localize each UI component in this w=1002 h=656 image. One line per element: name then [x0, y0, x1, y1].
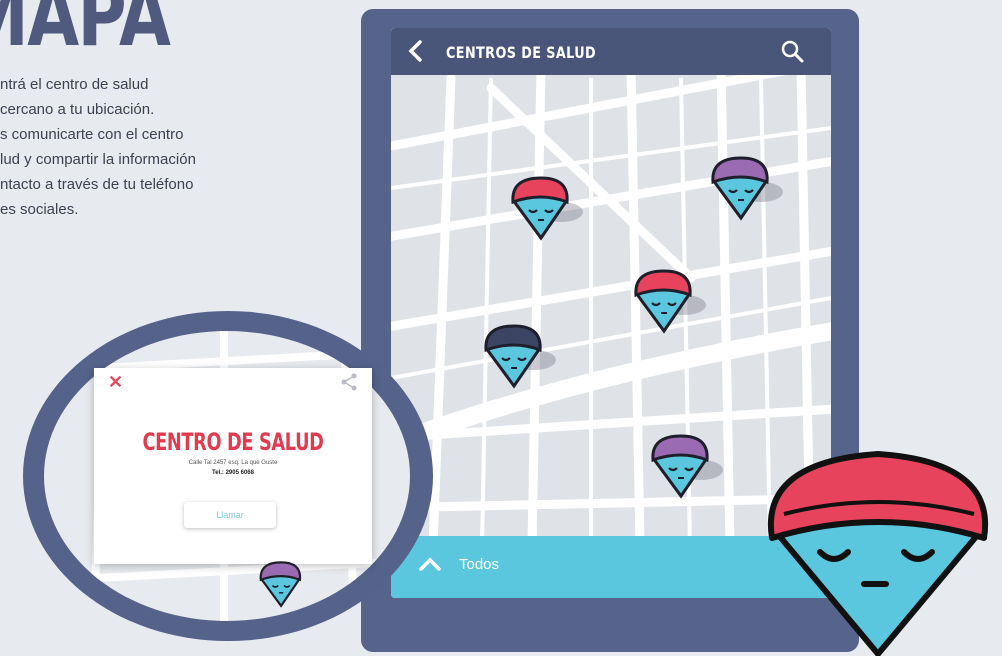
filter-label: Todos — [459, 556, 500, 573]
card-title: CENTRO DE SALUD — [142, 428, 324, 456]
card-address: Calle Tal 2457 esq. La que Guste — [188, 460, 278, 466]
map-pin[interactable] — [645, 430, 725, 510]
search-icon[interactable] — [779, 38, 805, 64]
share-icon[interactable] — [340, 373, 358, 391]
map-pin[interactable] — [705, 152, 785, 232]
page-title: MAPA — [0, 0, 171, 66]
app-header: CENTROS DE SALUD — [391, 28, 831, 75]
map-pin[interactable] — [478, 320, 558, 400]
card-phone: Tel.: 2905 6068 — [212, 470, 254, 476]
intro-line: es sociales. — [0, 201, 79, 218]
pin-cap — [651, 434, 709, 463]
intro-line: cercano a tu ubicación. — [0, 101, 155, 118]
pin-cap — [634, 269, 692, 298]
intro-line: s comunicarte con el centro — [0, 126, 184, 143]
pin-cap — [259, 561, 302, 582]
call-button[interactable]: Llamar — [184, 502, 276, 528]
pin-cap — [711, 156, 769, 185]
intro-line: ntrá el centro de salud — [0, 76, 149, 93]
chevron-up-icon[interactable] — [417, 554, 443, 579]
pin-cap — [511, 176, 569, 205]
map-pin[interactable] — [255, 558, 313, 616]
header-title: CENTROS DE SALUD — [446, 43, 597, 62]
map-pin[interactable] — [628, 265, 708, 345]
intro-line: lud y compartir la información — [0, 151, 196, 168]
mascot-pin-illustration — [767, 451, 989, 656]
pin-cap — [484, 324, 542, 353]
map-pin[interactable] — [505, 172, 585, 252]
chevron-left-icon[interactable] — [405, 38, 429, 64]
close-icon[interactable]: ✕ — [108, 372, 123, 393]
intro-line: ntacto a través de tu teléfono — [0, 176, 194, 193]
detail-card: ✕ CENTRO DE SALUD Calle Tal 2457 esq. La… — [94, 368, 372, 564]
intro-description: ntrá el centro de salud cercano a tu ubi… — [0, 72, 320, 222]
